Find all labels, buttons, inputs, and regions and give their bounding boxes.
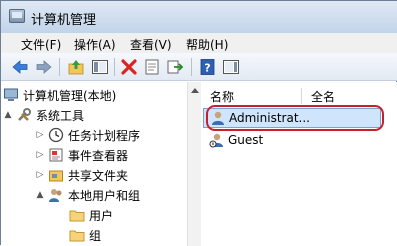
action-pane-icon[interactable] xyxy=(222,58,240,76)
menu-action[interactable]: 操作(A) xyxy=(72,35,118,54)
toolbar: ? xyxy=(1,53,397,81)
tree-item-task-scheduler[interactable]: ▷ 任务计划程序 xyxy=(35,125,140,145)
expand-arrow-icon[interactable]: ▷ xyxy=(35,130,45,140)
tree-label: 计算机管理(本地) xyxy=(23,88,117,103)
clock-icon xyxy=(48,127,64,143)
folder-icon xyxy=(69,227,85,243)
tree-label: 用户 xyxy=(89,208,114,223)
tree-label: 任务计划程序 xyxy=(68,128,141,143)
tree-item-groups[interactable]: 组 xyxy=(69,225,101,245)
list-item-label: Guest xyxy=(228,133,264,147)
title-bar: 计算机管理 xyxy=(1,1,397,33)
collapse-arrow-icon[interactable]: ▲ xyxy=(35,190,45,200)
list-item-label: Administrat... xyxy=(229,111,310,125)
properties-icon[interactable] xyxy=(143,58,161,76)
tree-item-shared-folders[interactable]: ▷ 共享文件夹 xyxy=(35,165,128,185)
menu-view[interactable]: 查看(V) xyxy=(128,35,174,54)
collapse-arrow-icon[interactable]: ▲ xyxy=(3,110,13,120)
menu-bar: 文件(F) 操作(A) 查看(V) 帮助(H) xyxy=(1,33,397,53)
tree-label: 系统工具 xyxy=(36,108,85,123)
scroll-up-arrow-icon[interactable] xyxy=(191,88,199,93)
show-tree-icon[interactable] xyxy=(91,58,109,76)
event-viewer-icon xyxy=(48,147,64,163)
list-item-guest[interactable]: Guest xyxy=(203,130,263,150)
expand-arrow-icon[interactable]: ▷ xyxy=(35,150,45,160)
tree-scrollbar[interactable] xyxy=(187,82,201,246)
window-title: 计算机管理 xyxy=(31,13,97,28)
svg-text:?: ? xyxy=(204,62,210,75)
tree-item-users[interactable]: 用户 xyxy=(69,205,113,225)
tree-label: 事件查看器 xyxy=(68,148,129,163)
column-header-name[interactable]: 名称 xyxy=(210,88,234,104)
tree-item-computer-management[interactable]: 计算机管理(本地) xyxy=(3,85,116,105)
computer-management-app-icon xyxy=(9,9,25,23)
folder-icon xyxy=(69,207,85,223)
tree-label: 共享文件夹 xyxy=(68,168,129,183)
delete-icon[interactable] xyxy=(120,58,138,76)
tree-item-local-users-groups[interactable]: ▲ 本地用户和组 xyxy=(35,185,140,205)
user-list: 名称 全名 Administrat... Guest xyxy=(201,82,397,246)
tools-icon xyxy=(16,107,32,123)
tree-label: 本地用户和组 xyxy=(68,188,141,203)
user-disabled-icon xyxy=(209,132,225,148)
user-icon xyxy=(210,110,226,126)
export-icon[interactable] xyxy=(166,58,184,76)
content-area: 计算机管理(本地) ▲ 系统工具 ▷ 任务计划程序 ▷ 事件查看器 ▷ 共享文件… xyxy=(1,82,397,246)
list-item-administrator[interactable]: Administrat... xyxy=(203,108,381,128)
computer-icon xyxy=(3,87,19,103)
computer-management-window: 计算机管理 文件(F) 操作(A) 查看(V) 帮助(H) ? 计算机管理(本地… xyxy=(0,0,397,246)
help-icon[interactable]: ? xyxy=(199,58,217,76)
tree-item-system-tools[interactable]: ▲ 系统工具 xyxy=(3,105,84,125)
column-header-fullname[interactable]: 全名 xyxy=(311,88,335,104)
expand-arrow-icon[interactable]: ▷ xyxy=(35,170,45,180)
menu-file[interactable]: 文件(F) xyxy=(19,35,63,54)
menu-help[interactable]: 帮助(H) xyxy=(184,35,230,54)
tree-item-event-viewer[interactable]: ▷ 事件查看器 xyxy=(35,145,128,165)
navigation-tree: 计算机管理(本地) ▲ 系统工具 ▷ 任务计划程序 ▷ 事件查看器 ▷ 共享文件… xyxy=(1,82,187,246)
back-icon[interactable] xyxy=(11,58,29,76)
forward-icon[interactable] xyxy=(35,58,53,76)
tree-label: 组 xyxy=(89,228,102,243)
up-folder-icon[interactable] xyxy=(67,58,85,76)
users-icon xyxy=(48,187,64,203)
shared-folder-icon xyxy=(48,167,64,183)
